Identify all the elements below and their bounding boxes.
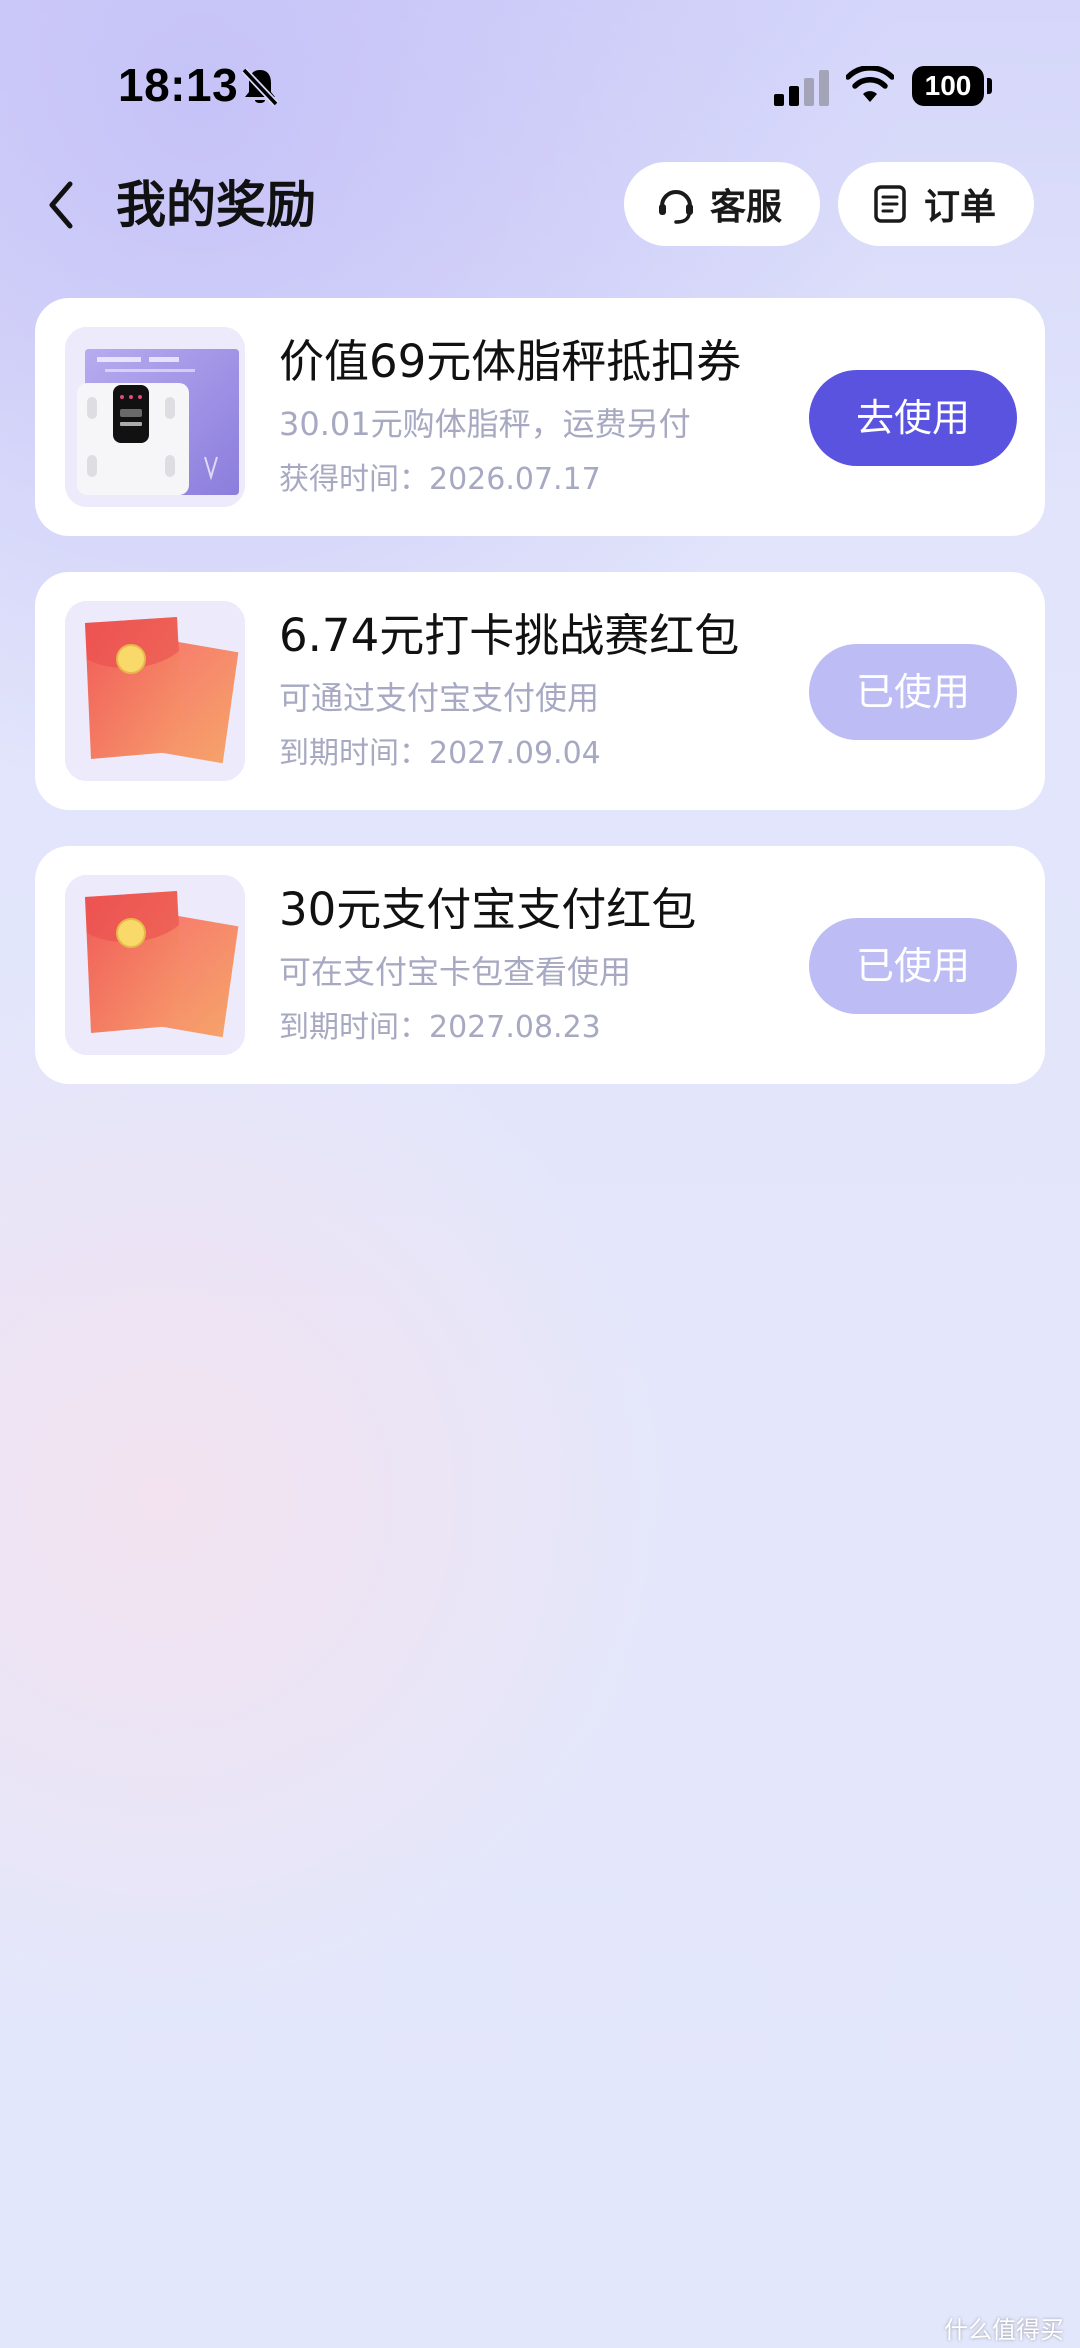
reward-date: 到期时间：2027.08.23 <box>279 1010 601 1045</box>
battery-icon: 100 <box>912 66 984 106</box>
reward-title: 30元支付宝支付红包 <box>279 883 697 936</box>
page-title: 我的奖励 <box>116 176 316 234</box>
used-button[interactable]: 已使用 <box>809 918 1017 1014</box>
reward-date: 到期时间：2027.09.04 <box>279 736 601 771</box>
reward-description: 可在支付宝卡包查看使用 <box>279 953 632 991</box>
status-bar: 18:13 100 <box>0 0 1080 170</box>
reward-description: 可通过支付宝支付使用 <box>279 679 600 717</box>
used-button[interactable]: 已使用 <box>809 644 1017 740</box>
reward-card[interactable]: 价值69元体脂秤抵扣券 30.01元购体脂秤，运费另付 获得时间：2026.07… <box>35 298 1045 536</box>
battery-nub <box>987 78 992 94</box>
document-icon <box>874 185 906 223</box>
status-time: 18:13 <box>118 59 239 111</box>
use-button[interactable]: 去使用 <box>809 370 1017 466</box>
reward-description: 30.01元购体脂秤，运费另付 <box>279 405 691 443</box>
body-fat-scale-image <box>65 327 245 507</box>
customer-service-button[interactable]: 客服 <box>624 162 820 246</box>
red-envelope-image <box>65 875 245 1055</box>
reward-card[interactable]: 6.74元打卡挑战赛红包 可通过支付宝支付使用 到期时间：2027.09.04 … <box>35 572 1045 810</box>
red-envelope-image <box>65 601 245 781</box>
customer-service-label: 客服 <box>710 187 783 228</box>
watermark: 什么值得买 <box>944 2316 1064 2344</box>
bell-muted-icon <box>241 67 279 107</box>
reward-title: 6.74元打卡挑战赛红包 <box>279 609 740 662</box>
reward-card[interactable]: 30元支付宝支付红包 可在支付宝卡包查看使用 到期时间：2027.08.23 已… <box>35 846 1045 1084</box>
signal-icon <box>774 70 829 106</box>
reward-date: 获得时间：2026.07.17 <box>279 462 601 497</box>
orders-button[interactable]: 订单 <box>838 162 1034 246</box>
back-button[interactable] <box>40 170 90 240</box>
orders-label: 订单 <box>924 187 997 228</box>
headset-icon <box>659 190 693 224</box>
wifi-icon <box>846 66 894 102</box>
reward-title: 价值69元体脂秤抵扣券 <box>279 335 742 388</box>
